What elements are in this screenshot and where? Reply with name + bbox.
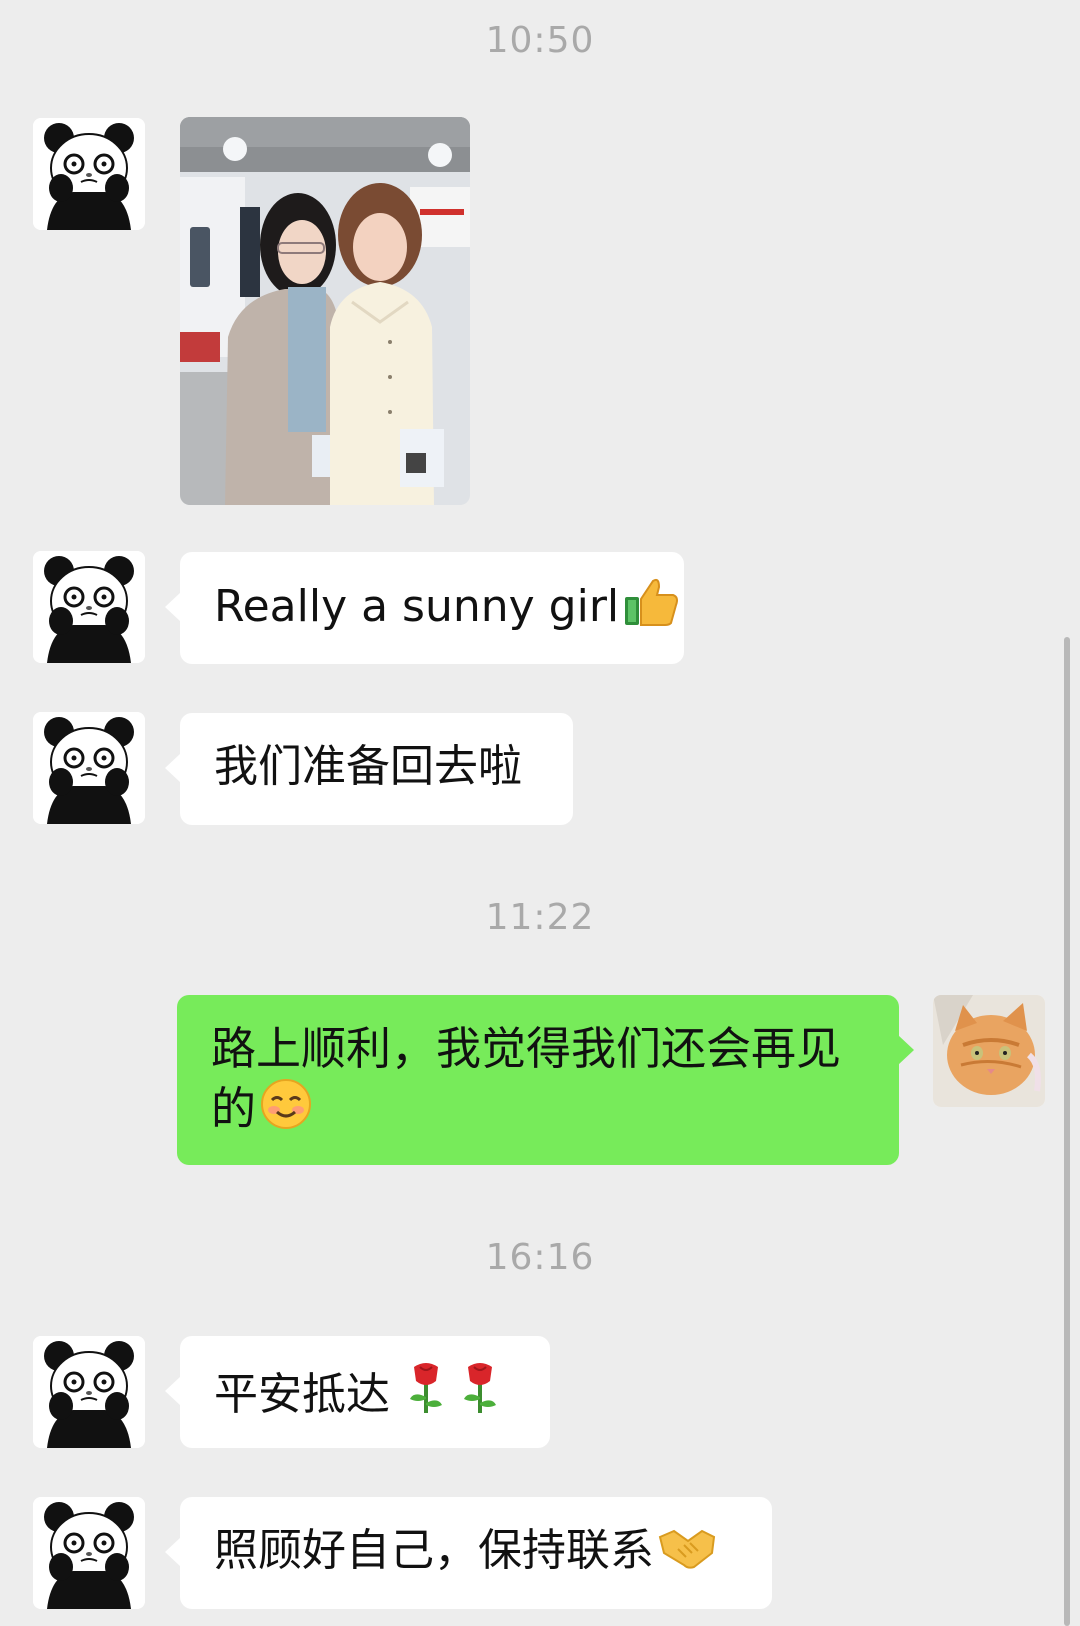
scrollbar[interactable] <box>1064 637 1070 1626</box>
message-text: Really a sunny girl <box>214 581 620 632</box>
message-text-line: 的 <box>211 1082 257 1135</box>
cat-avatar-icon[interactable] <box>933 995 1045 1107</box>
timestamp: 16:16 <box>485 1237 595 1278</box>
smiling-face-icon <box>260 1078 312 1144</box>
message-bubble[interactable]: Really a sunny girl <box>165 552 684 664</box>
photo-image <box>180 117 470 505</box>
timestamp: 10:50 <box>485 20 595 61</box>
message-text: 平安抵达 <box>214 1369 390 1420</box>
message-bubble[interactable]: 我们准备回去啦 <box>165 713 573 825</box>
rose-icon <box>404 1361 448 1430</box>
panda-avatar-icon[interactable] <box>33 1497 145 1609</box>
outgoing-message-bubble[interactable]: 路上顺利，我觉得我们还会再见 的 <box>177 995 914 1165</box>
message-bubble[interactable]: 照顾好自己，保持联系 <box>165 1497 772 1609</box>
panda-avatar-icon[interactable] <box>33 712 145 824</box>
panda-avatar-icon[interactable] <box>33 1336 145 1448</box>
message-text: 我们准备回去啦 <box>214 741 522 792</box>
handshake-icon <box>658 1523 716 1586</box>
photo-message[interactable] <box>180 117 470 505</box>
panda-avatar-icon[interactable] <box>33 551 145 663</box>
rose-icon <box>458 1361 502 1430</box>
message-text: 照顾好自己，保持联系 <box>214 1525 654 1576</box>
thumbs-up-icon <box>623 577 679 642</box>
timestamp: 11:22 <box>485 897 595 938</box>
message-text-line: 路上顺利，我觉得我们还会再见 <box>211 1022 842 1075</box>
message-bubble[interactable]: 平安抵达 <box>165 1336 550 1448</box>
panda-avatar-icon[interactable] <box>33 118 145 230</box>
